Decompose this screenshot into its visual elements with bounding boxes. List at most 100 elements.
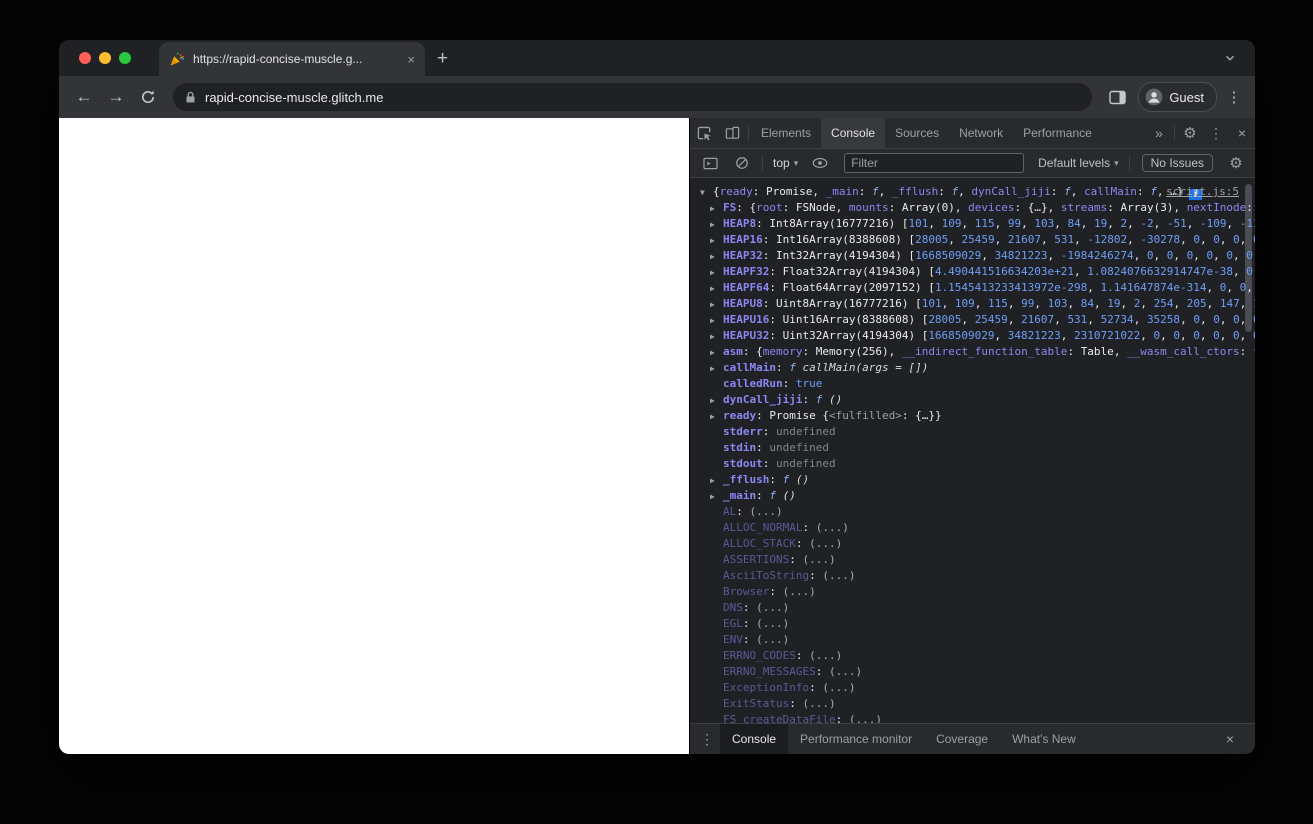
invoke-getter[interactable]: (...)	[822, 681, 855, 694]
divider	[1174, 125, 1175, 141]
expand-arrow-icon[interactable]: ▶	[710, 201, 723, 216]
browser-menu-icon[interactable]: ⋮	[1223, 88, 1245, 106]
expand-arrow-icon[interactable]: ▶	[710, 281, 723, 296]
invoke-getter[interactable]: (...)	[756, 617, 789, 630]
drawer-menu-icon[interactable]: ⋮	[694, 724, 720, 754]
console-row: EGL: (...)	[723, 617, 790, 630]
expand-arrow-icon[interactable]: ▶	[710, 329, 723, 344]
expand-arrow-icon[interactable]: ▶	[710, 489, 723, 504]
console-row[interactable]: ▶ HEAP8: Int8Array(16777216) [101, 109, 1…	[690, 216, 1255, 232]
console-row[interactable]: ▶ _main: f ()	[690, 488, 1255, 504]
profile-button[interactable]: Guest	[1138, 82, 1217, 112]
console-row: Browser: (...)	[723, 585, 816, 598]
context-selector[interactable]: top ▾	[769, 156, 802, 170]
issues-button[interactable]: No Issues	[1141, 154, 1213, 172]
console-row[interactable]: ▶ HEAPU32: Uint32Array(4194304) [16685090…	[690, 328, 1255, 344]
devtools-close-icon[interactable]: ×	[1229, 118, 1255, 148]
drawer-tab-whats-new[interactable]: What's New	[1000, 724, 1088, 754]
console-row[interactable]: ▶ ready: Promise {<fulfilled>: {…}}	[690, 408, 1255, 424]
source-link[interactable]: script.js:5	[1166, 184, 1239, 200]
invoke-getter[interactable]: (...)	[822, 569, 855, 582]
drawer-tab-coverage[interactable]: Coverage	[924, 724, 1000, 754]
expand-arrow-icon[interactable]: ▶	[710, 473, 723, 488]
invoke-getter[interactable]: (...)	[802, 553, 835, 566]
expand-arrow-icon[interactable]: ▶	[710, 345, 723, 360]
console-row[interactable]: ▶ asm: {memory: Memory(256), __indirect_f…	[690, 344, 1255, 360]
console-row[interactable]: ▶ dynCall_jiji: f ()	[690, 392, 1255, 408]
invoke-getter[interactable]: (...)	[829, 665, 862, 678]
tab-close-icon[interactable]: ×	[407, 53, 415, 66]
maximize-window-button[interactable]	[119, 52, 131, 64]
console-row: AL: (...)	[723, 505, 783, 518]
invoke-getter[interactable]: (...)	[750, 505, 783, 518]
console-row[interactable]: ▶ HEAPU8: Uint8Array(16777216) [101, 109,…	[690, 296, 1255, 312]
console-row[interactable]: ▼ {ready: Promise, _main: f, _fflush: f, …	[690, 184, 1255, 200]
expand-arrow-icon[interactable]: ▶	[710, 217, 723, 232]
console-row: calledRun: true	[723, 377, 823, 390]
console-sidebar-icon[interactable]	[696, 149, 724, 177]
new-tab-button[interactable]: +	[437, 49, 448, 68]
tab-performance[interactable]: Performance	[1013, 118, 1102, 148]
close-window-button[interactable]	[79, 52, 91, 64]
expand-arrow-icon[interactable]: ▶	[710, 393, 723, 408]
console-row: stderr: undefined	[723, 425, 836, 438]
console-row[interactable]: ▶ HEAPU16: Uint16Array(8388608) [28005, 2…	[690, 312, 1255, 328]
forward-button[interactable]: →	[101, 82, 131, 112]
invoke-getter[interactable]: (...)	[783, 585, 816, 598]
tab-sources[interactable]: Sources	[885, 118, 949, 148]
more-tabs-icon[interactable]: »	[1146, 118, 1172, 148]
console-settings-gear-icon[interactable]: ⚙	[1223, 149, 1249, 177]
inspect-element-icon[interactable]	[690, 118, 718, 148]
device-toolbar-icon[interactable]	[718, 118, 746, 148]
drawer-close-icon[interactable]: ×	[1217, 724, 1243, 754]
drawer-tab-performance-monitor[interactable]: Performance monitor	[788, 724, 924, 754]
reload-button[interactable]	[133, 82, 163, 112]
console-row[interactable]: ▶ _fflush: f ()	[690, 472, 1255, 488]
tab-console[interactable]: Console	[821, 118, 886, 148]
console-row[interactable]: ▶ HEAP16: Int16Array(8388608) [28005, 254…	[690, 232, 1255, 248]
console-row[interactable]: ▶ HEAPF64: Float64Array(2097152) [1.15454…	[690, 280, 1255, 296]
invoke-getter[interactable]: (...)	[816, 521, 849, 534]
minimize-window-button[interactable]	[99, 52, 111, 64]
expand-arrow-icon[interactable]: ▶	[710, 297, 723, 312]
settings-gear-icon[interactable]: ⚙	[1177, 118, 1203, 148]
invoke-getter[interactable]: (...)	[809, 649, 842, 662]
live-expression-eye-icon[interactable]	[806, 149, 834, 177]
expand-arrow-icon[interactable]: ▶	[710, 361, 723, 376]
invoke-getter[interactable]: (...)	[802, 697, 835, 710]
url-text: rapid-concise-muscle.glitch.me	[205, 89, 384, 105]
expand-arrow-icon[interactable]: ▶	[710, 313, 723, 328]
console-row: ERRNO_MESSAGES: (...)	[723, 665, 863, 678]
log-levels-selector[interactable]: Default levels ▾	[1034, 156, 1123, 170]
context-label: top	[773, 156, 790, 170]
back-button[interactable]: ←	[69, 82, 99, 112]
expand-arrow-icon[interactable]: ▶	[710, 265, 723, 280]
side-panel-icon[interactable]	[1102, 82, 1132, 112]
console-row[interactable]: ▶ HEAP32: Int32Array(4194304) [1668509029…	[690, 248, 1255, 264]
console-row[interactable]: ▶ FS: {root: FSNode, mounts: Array(0), de…	[690, 200, 1255, 216]
expand-arrow-icon[interactable]: ▶	[710, 249, 723, 264]
expand-arrow-icon[interactable]: ▼	[700, 185, 713, 200]
expand-arrow-icon[interactable]: ▶	[710, 409, 723, 424]
invoke-getter[interactable]: (...)	[849, 713, 882, 723]
address-bar[interactable]: rapid-concise-muscle.glitch.me	[173, 83, 1093, 111]
lock-icon[interactable]	[185, 91, 196, 104]
devtools-menu-icon[interactable]: ⋮	[1203, 118, 1229, 148]
tab-elements[interactable]: Elements	[751, 118, 821, 148]
divider	[1128, 155, 1130, 171]
tab-network[interactable]: Network	[949, 118, 1013, 148]
invoke-getter[interactable]: (...)	[756, 633, 789, 646]
devtools-tabbar: Elements Console Sources Network Perform…	[690, 118, 1255, 149]
expand-arrow-icon[interactable]: ▶	[710, 233, 723, 248]
invoke-getter[interactable]: (...)	[756, 601, 789, 614]
filter-input[interactable]	[844, 153, 1025, 173]
drawer-tab-console[interactable]: Console	[720, 724, 789, 754]
invoke-getter[interactable]: (...)	[809, 537, 842, 550]
console-row[interactable]: ▶ callMain: f callMain(args = [])	[690, 360, 1255, 376]
tab-search-chevron-icon[interactable]	[1223, 51, 1237, 65]
clear-console-icon[interactable]	[728, 149, 756, 177]
page-viewport	[59, 118, 689, 754]
console-row: ENV: (...)	[723, 633, 790, 646]
browser-tab[interactable]: https://rapid-concise-muscle.g... ×	[159, 42, 425, 76]
console-row[interactable]: ▶ HEAPF32: Float32Array(4194304) [4.49044…	[690, 264, 1255, 280]
